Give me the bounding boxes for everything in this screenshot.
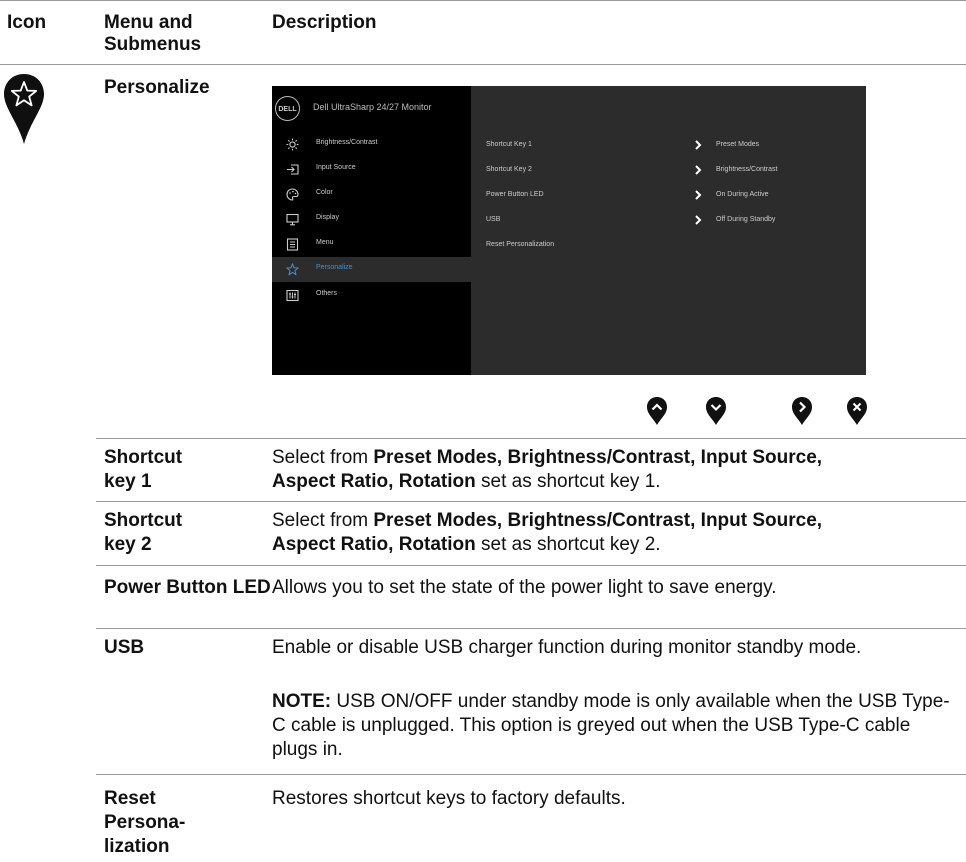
row-desc-power-button-led: Allows you to set the state of the power…: [272, 577, 777, 598]
row-desc-shortcut-key-2: Select from Preset Modes, Brightness/Con…: [272, 510, 823, 555]
row-name-shortcut-key-1: Shortcut key 1: [104, 447, 183, 492]
osd-value: Preset Modes: [716, 141, 760, 148]
sun-icon: [286, 138, 299, 151]
chevron-right-icon: [695, 140, 702, 150]
header-icon: Icon: [7, 12, 47, 33]
osd-menu-label: Brightness/Contrast: [316, 139, 378, 146]
osd-menu-item-input-source[interactable]: Input Source: [272, 157, 471, 182]
row-name-power-button-led: Power Button LED: [104, 577, 271, 598]
osd-menu-item-personalize[interactable]: Personalize: [272, 257, 471, 282]
star-pin-icon: [4, 74, 44, 144]
osd-submenu-shortcut-key-2[interactable]: Shortcut Key 2: [486, 166, 532, 173]
osd-menu-label: Menu: [316, 239, 334, 246]
row-name-shortcut-key-2: Shortcut key 2: [104, 510, 183, 555]
header-rule: [0, 64, 966, 65]
dell-logo: DELL: [275, 96, 300, 121]
osd-menu-item-display[interactable]: Display: [272, 207, 471, 232]
star-icon: [286, 263, 299, 276]
row-rule: [96, 774, 966, 775]
osd-submenu-reset-personalization[interactable]: Reset Personalization: [486, 241, 554, 248]
osd-menu-label: Personalize: [316, 264, 353, 271]
osd-menu-label: Color: [316, 189, 333, 196]
row-rule: [96, 438, 966, 439]
input-icon: [287, 164, 299, 175]
osd-screenshot: DELL Dell UltraSharp 24/27 Monitor Brigh…: [272, 86, 866, 375]
osd-submenu-usb[interactable]: USB: [486, 216, 500, 223]
row-desc-shortcut-key-1: Select from Preset Modes, Brightness/Con…: [272, 447, 823, 492]
exit-button-icon[interactable]: [846, 396, 868, 426]
row-desc-reset-personalization: Restores shortcut keys to factory defaul…: [272, 788, 626, 809]
chevron-right-icon: [695, 190, 702, 200]
row-note-usb: NOTE: USB ON/OFF under standby mode is o…: [272, 691, 950, 760]
row-rule: [96, 501, 966, 502]
others-icon: [286, 289, 299, 302]
right-button-icon[interactable]: [791, 396, 813, 426]
osd-menu-label: Input Source: [316, 164, 356, 171]
osd-submenu-power-button-led[interactable]: Power Button LED: [486, 191, 544, 198]
row-name-usb: USB: [104, 637, 145, 658]
osd-submenu-shortcut-key-1[interactable]: Shortcut Key 1: [486, 141, 532, 148]
menu-icon: [286, 238, 299, 251]
osd-menu-label: Display: [316, 214, 339, 221]
palette-icon: [286, 188, 299, 201]
row-desc-usb: Enable or disable USB charger function d…: [272, 637, 862, 658]
osd-menu-item-menu[interactable]: Menu: [272, 232, 471, 257]
row-rule: [96, 565, 966, 566]
top-rule: [0, 0, 966, 1]
row-rule: [96, 628, 966, 629]
header-description: Description: [272, 12, 377, 33]
row-name-reset-personalization: Reset Persona-lization: [104, 788, 186, 857]
osd-value: On During Active: [716, 191, 769, 198]
osd-menu-item-others[interactable]: Others: [272, 283, 471, 308]
osd-value: Off During Standby: [716, 216, 776, 223]
chevron-right-icon: [695, 165, 702, 175]
osd-main-menu: DELL Dell UltraSharp 24/27 Monitor Brigh…: [272, 86, 471, 375]
osd-menu-item-brightness[interactable]: Brightness/Contrast: [272, 132, 471, 157]
osd-menu-item-color[interactable]: Color: [272, 182, 471, 207]
down-button-icon[interactable]: [705, 396, 727, 426]
chevron-right-icon: [695, 215, 702, 225]
header-menu: Menu and Submenus: [104, 12, 202, 55]
osd-menu-label: Others: [316, 290, 338, 297]
osd-value: Brightness/Contrast: [716, 166, 778, 173]
up-button-icon[interactable]: [646, 396, 668, 426]
display-icon: [286, 213, 299, 226]
osd-title: Dell UltraSharp 24/27 Monitor: [313, 102, 432, 112]
section-title: Personalize: [104, 77, 210, 98]
